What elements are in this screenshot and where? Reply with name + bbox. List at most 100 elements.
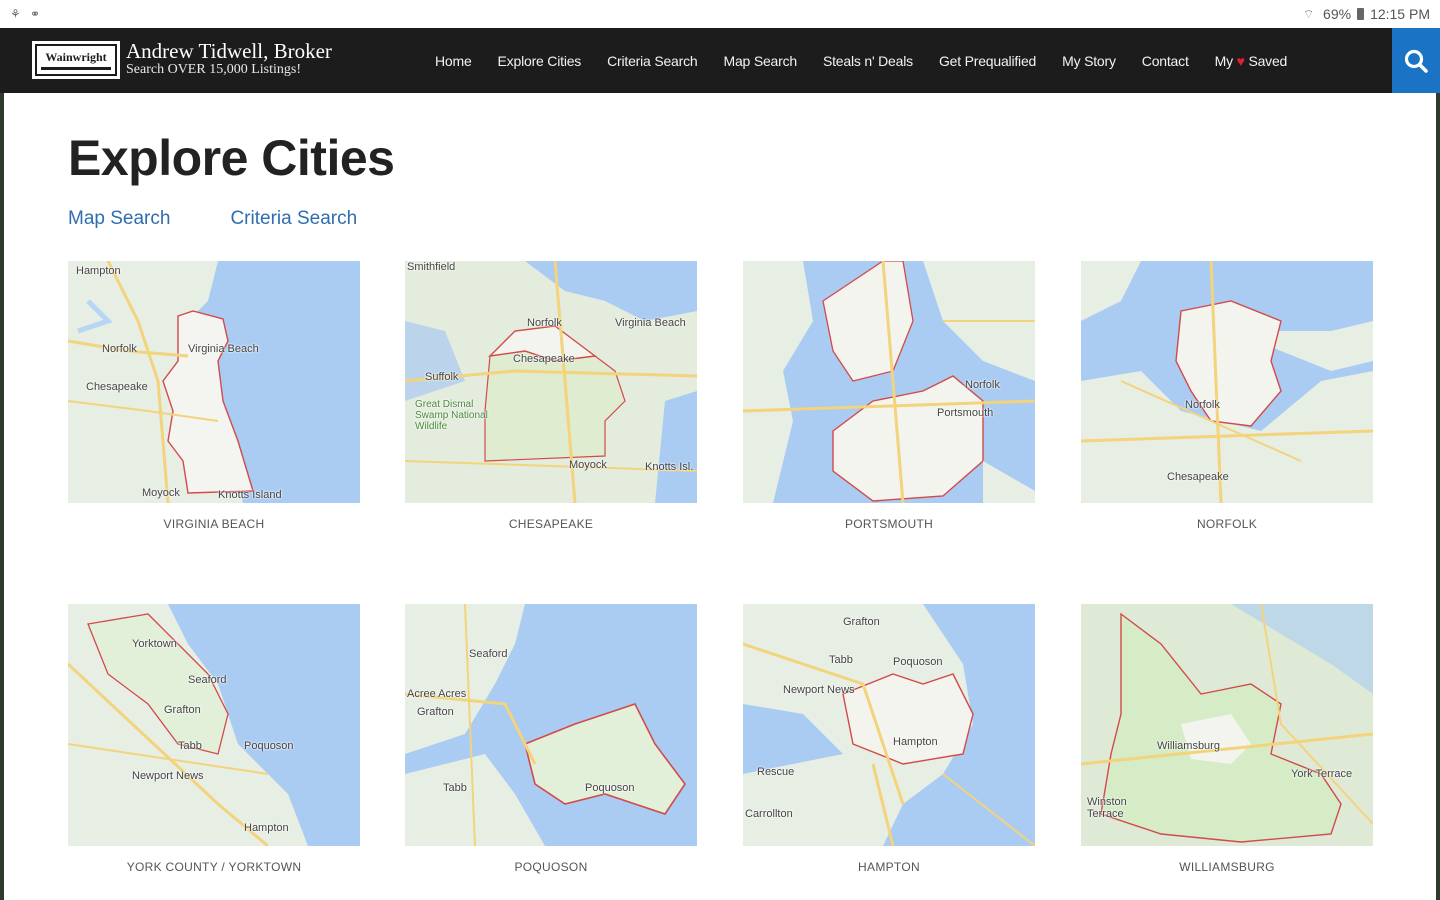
nav-my-saved[interactable]: My ♥ Saved [1202,53,1301,69]
city-name[interactable]: HAMPTON [743,860,1035,874]
map-label: Moyock [569,459,607,471]
clock: 12:15 PM [1370,6,1430,22]
map-label: Norfolk [965,379,1000,391]
map-label: Great Dismal Swamp National Wildlife [415,399,488,432]
city-card-portsmouth[interactable]: Norfolk Portsmouth PORTSMOUTH [743,261,1035,531]
search-icon [1404,49,1428,73]
map-label: Grafton [417,706,454,718]
city-name[interactable]: CHESAPEAKE [405,517,697,531]
city-map[interactable]: Norfolk Chesapeake [1081,261,1373,503]
map-label: Acree Acres [407,688,467,700]
nav-home[interactable]: Home [422,53,485,69]
city-card-hampton[interactable]: Grafton Tabb Poquoson Newport News Hampt… [743,604,1035,874]
map-label: Virginia Beach [615,317,686,329]
search-links: Map Search Criteria Search [68,208,357,230]
map-label: Norfolk [1185,399,1220,411]
map-label: Poquoson [893,656,943,668]
city-name[interactable]: VIRGINIA BEACH [68,517,360,531]
nav-map-search[interactable]: Map Search [711,53,810,69]
city-map[interactable]: Seaford Acree Acres Grafton Tabb Poquoso… [405,604,697,846]
page-title: Explore Cities [68,130,395,186]
map-label: Knotts Island [218,489,282,501]
map-label: Virginia Beach [188,343,259,355]
map-label: Smithfield [407,261,456,273]
city-name[interactable]: PORTSMOUTH [743,517,1035,531]
brand-name: Andrew Tidwell, Broker [126,39,332,63]
city-card-chesapeake[interactable]: Smithfield Norfolk Virginia Beach Chesap… [405,261,697,531]
city-name[interactable]: POQUOSON [405,860,697,874]
city-map[interactable]: Hampton Norfolk Virginia Beach Chesapeak… [68,261,360,503]
map-label: Suffolk [425,371,459,383]
nav-my-label: My [1214,52,1233,69]
map-label: Poquoson [585,782,635,794]
brand[interactable]: Andrew Tidwell, Broker Search OVER 15,00… [126,40,332,78]
logo-frame: Wainwright [35,44,117,76]
nav-my-story[interactable]: My Story [1049,53,1129,69]
map-label: Seaford [188,674,227,686]
status-right: ⌔ 69% 12:15 PM [1303,6,1430,22]
logo[interactable]: Wainwright [32,41,120,79]
nav-get-prequalified[interactable]: Get Prequalified [926,53,1049,69]
city-card-norfolk[interactable]: Norfolk Chesapeake NORFOLK [1081,261,1373,531]
map-label: Williamsburg [1157,740,1220,752]
map-search-link[interactable]: Map Search [68,208,170,230]
map-label: York Terrace [1291,768,1353,780]
map-label: Norfolk [102,343,137,355]
status-bar: ⚘ ⚭ ⌔ 69% 12:15 PM [0,0,1440,28]
map-label: Grafton [164,704,201,716]
city-name[interactable]: NORFOLK [1081,517,1373,531]
city-card-williamsburg[interactable]: Williamsburg York Terrace Winston Terrac… [1081,604,1373,874]
nav-explore-cities[interactable]: Explore Cities [485,53,595,69]
battery-percent: 69% [1323,6,1352,22]
city-map[interactable]: Williamsburg York Terrace Winston Terrac… [1081,604,1373,846]
criteria-search-link[interactable]: Criteria Search [230,208,357,230]
site-header: Wainwright Andrew Tidwell, Broker Search… [0,28,1440,93]
heart-icon: ♥ [1236,52,1245,69]
city-map[interactable]: Smithfield Norfolk Virginia Beach Chesap… [405,261,697,503]
city-map[interactable]: Yorktown Seaford Grafton Tabb Poquoson N… [68,604,360,846]
logo-text: Wainwright [45,50,107,64]
map-label: Poquoson [244,740,294,752]
notification-icon: ⚘ [10,7,21,21]
map-label: Chesapeake [86,381,148,393]
map-label: Hampton [893,736,938,748]
map-label: Portsmouth [937,407,994,419]
city-card-york-county[interactable]: Yorktown Seaford Grafton Tabb Poquoson N… [68,604,360,874]
wifi-icon: ⌔ [1303,7,1315,21]
logo-underline [41,67,111,70]
map-label: Grafton [843,616,880,628]
map-label: Tabb [829,654,853,666]
map-label: Hampton [76,265,121,277]
map-label: Chesapeake [513,353,575,365]
nav-criteria-search[interactable]: Criteria Search [594,53,710,69]
city-name[interactable]: YORK COUNTY / YORKTOWN [68,860,360,874]
city-name[interactable]: WILLIAMSBURG [1081,860,1373,874]
map-label: Newport News [783,684,855,696]
map-label: Hampton [244,822,289,834]
city-map[interactable]: Norfolk Portsmouth [743,261,1035,503]
map-label: Knotts Isl. [645,461,694,473]
map-label: Winston Terrace [1087,796,1127,820]
nav-steals-deals[interactable]: Steals n' Deals [810,53,926,69]
main-nav: Home Explore Cities Criteria Search Map … [422,28,1300,93]
city-map[interactable]: Grafton Tabb Poquoson Newport News Hampt… [743,604,1035,846]
page-content: Explore Cities Map Search Criteria Searc… [4,93,1436,900]
search-button[interactable] [1392,28,1440,93]
map-label: Seaford [469,648,508,660]
map-label: Tabb [443,782,467,794]
map-label: Newport News [132,770,204,782]
city-card-virginia-beach[interactable]: Hampton Norfolk Virginia Beach Chesapeak… [68,261,360,531]
map-label: Yorktown [132,638,177,650]
nav-saved-label: Saved [1248,52,1288,69]
map-label: Tabb [178,740,202,752]
city-card-poquoson[interactable]: Seaford Acree Acres Grafton Tabb Poquoso… [405,604,697,874]
brand-tagline: Search OVER 15,000 Listings! [126,62,301,77]
map-label: Norfolk [527,317,562,329]
map-label: Chesapeake [1167,471,1229,483]
map-label: Carrollton [745,808,793,820]
map-label: Moyock [142,487,180,499]
map-label: Rescue [757,766,795,778]
battery-icon [1357,8,1365,20]
notification-icon-2: ⚭ [30,7,41,21]
nav-contact[interactable]: Contact [1129,53,1202,69]
